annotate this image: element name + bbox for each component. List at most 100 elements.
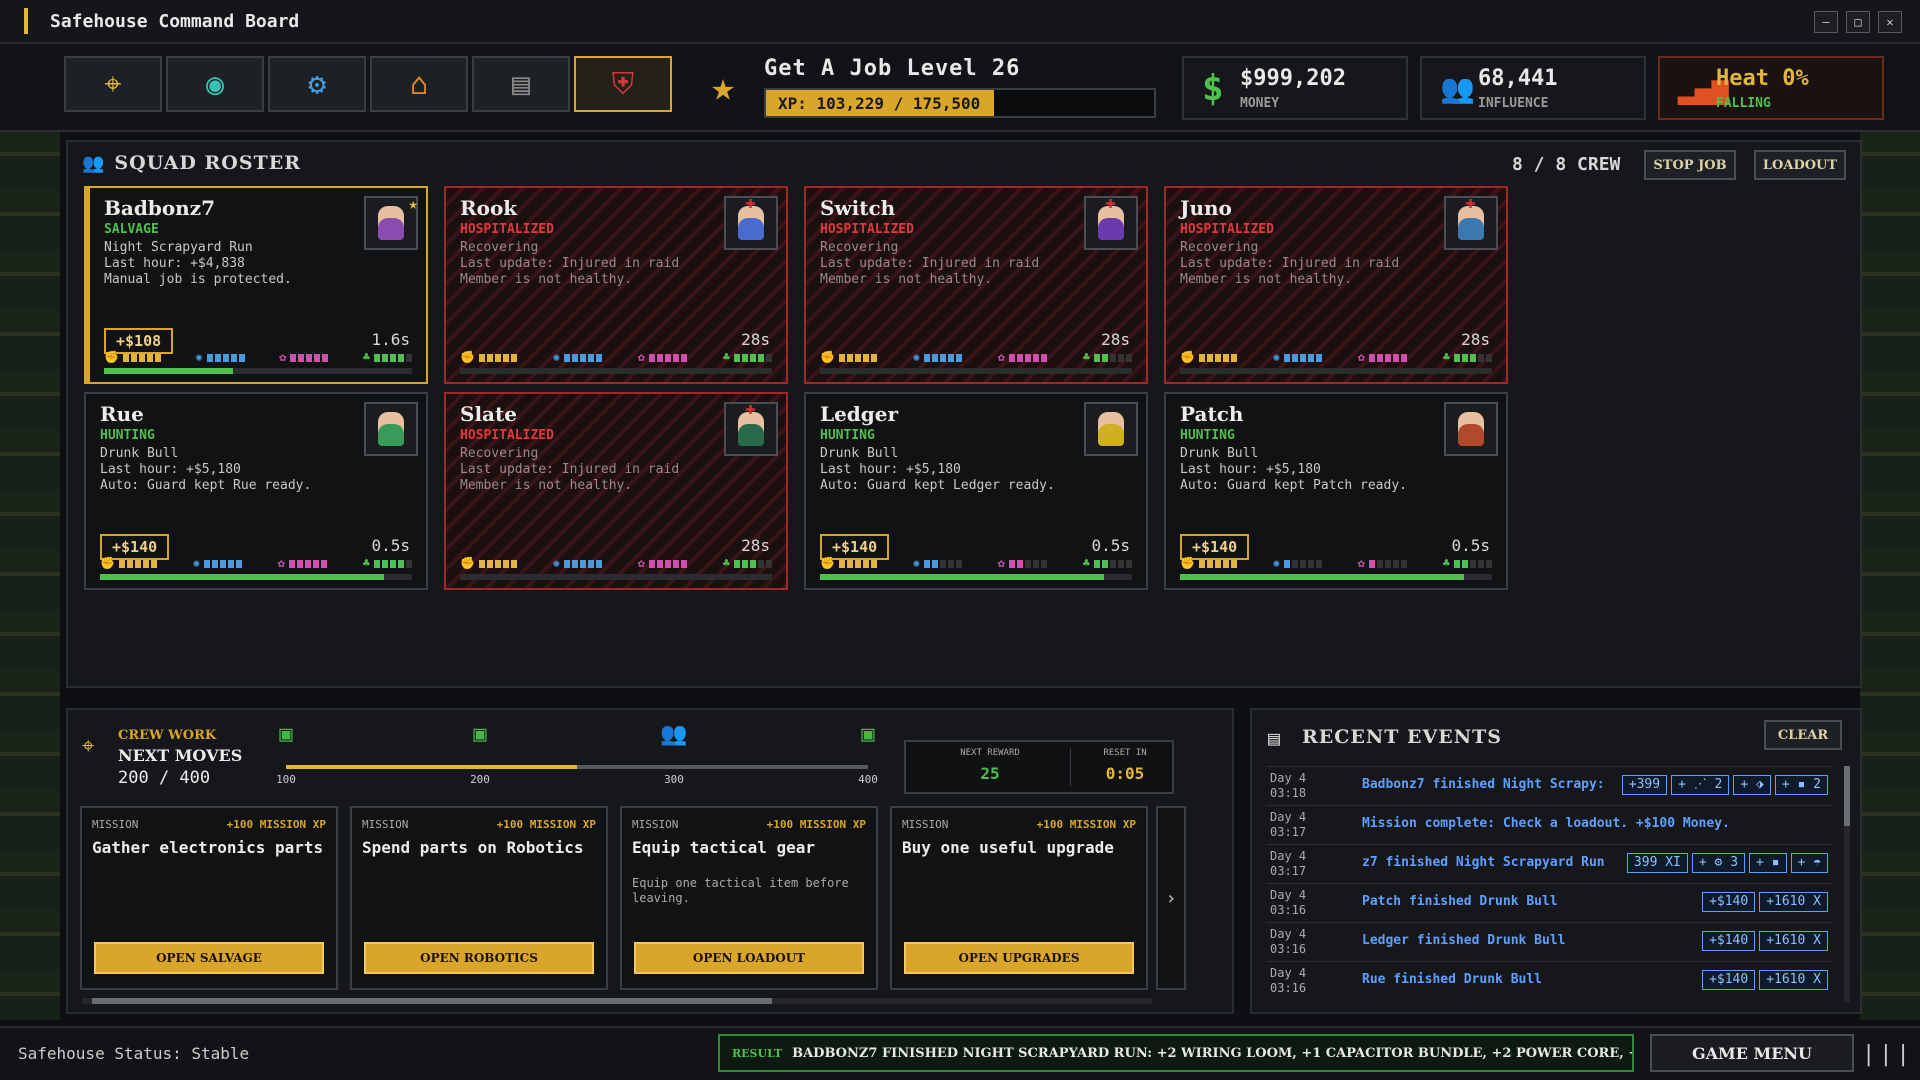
stat-pip xyxy=(1291,559,1298,568)
nav-robotics-button[interactable]: ⚙ xyxy=(268,56,366,112)
stat-meter: ✺ xyxy=(1273,556,1322,570)
crew-last-hour: Last hour: +$5,180 xyxy=(1180,462,1321,477)
stat-meter: ✿ xyxy=(638,556,687,570)
brain-icon: ✿ xyxy=(997,556,1005,570)
intel-icon: ▤ xyxy=(511,66,531,102)
event-timestamp: Day 4 03:18 xyxy=(1270,771,1306,801)
stat-meter: ♣ xyxy=(363,350,412,364)
loadout-button[interactable]: LOADOUT xyxy=(1754,150,1846,180)
game-menu-button[interactable]: GAME MENU xyxy=(1650,1034,1854,1072)
crew-name: Ledger xyxy=(820,402,899,426)
event-reward-tag: + ▪ xyxy=(1749,853,1787,873)
stat-pip xyxy=(1032,559,1039,568)
missions-scrollbar[interactable] xyxy=(82,998,1152,1004)
scrollbar-thumb[interactable] xyxy=(92,998,772,1004)
mission-open-button[interactable]: OPEN UPGRADES xyxy=(904,942,1134,974)
influence-stat: 👥 68,441 INFLUENCE xyxy=(1420,56,1646,120)
nav-radar-button[interactable]: ◉ xyxy=(166,56,264,112)
mission-open-button[interactable]: OPEN SALVAGE xyxy=(94,942,324,974)
nav-operations-button[interactable]: ⌖ xyxy=(64,56,162,112)
job-timer: 28s xyxy=(1461,330,1490,349)
crew-note: Auto: Guard kept Ledger ready. xyxy=(820,478,1055,493)
maximize-button[interactable]: □ xyxy=(1846,11,1870,33)
crew-stats: ✊ ✺ ✿ ♣ xyxy=(1180,350,1492,364)
crew-card[interactable]: Juno HOSPITALIZED Recovering Last update: I… xyxy=(1164,186,1508,384)
milestone-label: 300 xyxy=(664,773,684,786)
close-button[interactable]: ✕ xyxy=(1878,11,1902,33)
milestone-label: 400 xyxy=(858,773,878,786)
stat-pip xyxy=(648,353,655,362)
stat-pip xyxy=(766,559,772,568)
event-text: Ledger finished Drunk Bull xyxy=(1362,933,1566,948)
stat-pip xyxy=(1214,559,1221,568)
stat-pips xyxy=(118,559,157,568)
tech-icon: ✺ xyxy=(912,350,920,364)
stat-pip xyxy=(312,559,319,568)
stat-meter: ✊ xyxy=(104,350,161,364)
crew-card[interactable]: Badbonz7 SALVAGE Night Scrapyard Run Last h… xyxy=(84,186,428,384)
clear-events-button[interactable]: CLEAR xyxy=(1764,720,1842,750)
crew-job: Night Scrapyard Run xyxy=(104,240,253,255)
crew-count: 8 / 8 CREW xyxy=(1512,154,1621,175)
crew-card[interactable]: Slate HOSPITALIZED Recovering Last update: … xyxy=(444,392,788,590)
stat-meter: ✿ xyxy=(279,350,329,364)
crew-name: Juno xyxy=(1180,196,1232,220)
character-sprite xyxy=(1458,412,1484,446)
stat-pip xyxy=(1016,353,1023,362)
crew-card[interactable]: Rue HUNTING Drunk Bull Last hour: +$5,180 Au… xyxy=(84,392,428,590)
event-row: Day 4 03:16 Patch finished Drunk Bull +$140… xyxy=(1266,883,1832,922)
scrollbar-thumb[interactable] xyxy=(1844,766,1850,826)
stat-pip xyxy=(931,559,938,568)
mission-tag: MISSION xyxy=(92,818,139,831)
stop-job-button[interactable]: STOP JOB xyxy=(1644,150,1736,180)
stat-pip xyxy=(1040,353,1047,362)
stat-pip xyxy=(1118,559,1124,568)
mission-card: MISSION +100 MISSION XP Gather electronics… xyxy=(80,806,338,990)
window-title: Safehouse Command Board xyxy=(50,10,300,32)
crew-card[interactable]: Switch HOSPITALIZED Recovering Last update:… xyxy=(804,186,1148,384)
events-scrollbar[interactable] xyxy=(1844,766,1850,1002)
stat-pip xyxy=(587,559,594,568)
nav-safehouse-button[interactable]: ⌂ xyxy=(370,56,468,112)
stat-pip xyxy=(1400,353,1407,362)
event-row: Day 4 03:16 Rue finished Drunk Bull +$140 +1… xyxy=(1266,961,1832,1000)
stat-pip xyxy=(211,559,218,568)
stat-pip xyxy=(1307,353,1314,362)
crew-work-progress: 200 / 400 xyxy=(118,768,211,788)
stat-pip xyxy=(288,559,295,568)
stat-pip xyxy=(680,559,687,568)
luck-icon: ♣ xyxy=(1442,350,1450,364)
level-badge-icon: ★ xyxy=(710,64,736,110)
stat-pip xyxy=(1384,353,1391,362)
chevron-right-icon: › xyxy=(1165,887,1177,909)
stat-pip xyxy=(955,353,962,362)
stat-pip xyxy=(939,559,946,568)
job-progress-bar xyxy=(460,368,772,374)
stat-pip xyxy=(494,559,501,568)
stat-meter: ♣ xyxy=(1083,556,1132,570)
stat-pip xyxy=(947,353,954,362)
mission-open-button[interactable]: OPEN ROBOTICS xyxy=(364,942,594,974)
menu-bars-icon[interactable]: ||| xyxy=(1862,1042,1914,1067)
stat-pip xyxy=(510,353,517,362)
stat-pip xyxy=(672,559,679,568)
mission-tag: MISSION xyxy=(362,818,409,831)
stat-pip xyxy=(758,353,764,362)
crew-card[interactable]: Patch HUNTING Drunk Bull Last hour: +$5,180… xyxy=(1164,392,1508,590)
job-progress-fill xyxy=(104,368,234,374)
stat-pip xyxy=(595,559,602,568)
event-reward-tag: +1610 X xyxy=(1759,892,1828,912)
tech-icon: ✺ xyxy=(1272,556,1280,570)
nav-security-button[interactable]: ⛨ xyxy=(574,56,672,112)
mission-open-button[interactable]: OPEN LOADOUT xyxy=(634,942,864,974)
event-time: 03:17 xyxy=(1270,825,1307,839)
nav-intel-button[interactable]: ▤ xyxy=(472,56,570,112)
minimize-button[interactable]: – xyxy=(1814,11,1838,33)
mission-description: Equip one tactical item before leaving. xyxy=(632,876,849,905)
crew-card[interactable]: Rook HOSPITALIZED Recovering Last update: I… xyxy=(444,186,788,384)
crew-card[interactable]: Ledger HUNTING Drunk Bull Last hour: +$5,18… xyxy=(804,392,1148,590)
stat-pip xyxy=(1291,353,1298,362)
milestone-label: 200 xyxy=(470,773,490,786)
stat-pip xyxy=(214,353,221,362)
missions-next-button[interactable]: › xyxy=(1156,806,1186,990)
